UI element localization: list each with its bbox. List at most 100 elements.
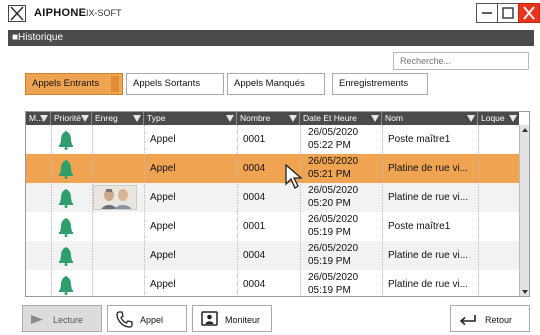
column-divider xyxy=(92,125,93,296)
call-date: 26/05/2020 xyxy=(308,272,359,283)
column-header-loque[interactable]: Loque xyxy=(478,112,519,125)
table-row[interactable]: Appel 0001 26/05/2020 05:22 PM Poste maî… xyxy=(26,125,519,154)
product-name: IX-SOFT xyxy=(86,8,122,18)
tab-label: Appels Entrants xyxy=(32,78,100,89)
people-thumbnail-icon xyxy=(94,186,136,209)
moniteur-button[interactable]: Moniteur xyxy=(192,305,272,332)
call-date: 26/05/2020 xyxy=(308,214,359,225)
call-type: Appel xyxy=(150,134,176,145)
bell-icon xyxy=(59,247,73,266)
call-type: Appel xyxy=(150,192,176,203)
column-label: Enreg xyxy=(95,113,118,123)
scroll-up-icon[interactable] xyxy=(520,125,530,135)
history-table: M... Priorité Enreg Type Nombre Date Et … xyxy=(25,111,530,297)
table-row[interactable]: Appel 0004 26/05/2020 05:21 PM Platine d… xyxy=(26,154,519,183)
column-header-priorite[interactable]: Priorité xyxy=(51,112,92,125)
search-input[interactable] xyxy=(393,52,529,70)
maximize-button[interactable] xyxy=(497,3,519,23)
play-icon xyxy=(31,315,43,324)
bell-icon xyxy=(59,218,73,237)
column-header-type[interactable]: Type xyxy=(144,112,237,125)
column-label: Loque xyxy=(481,113,505,123)
column-divider xyxy=(478,125,479,296)
call-time: 05:19 PM xyxy=(308,227,351,238)
tab-appels-entrants[interactable]: Appels Entrants xyxy=(25,73,123,95)
column-label: Priorité xyxy=(54,113,81,123)
call-date: 26/05/2020 xyxy=(308,185,359,196)
call-number: 0001 xyxy=(243,134,266,145)
column-divider xyxy=(300,125,301,296)
column-divider xyxy=(237,125,238,296)
moniteur-label: Moniteur xyxy=(225,315,261,325)
maximize-icon xyxy=(502,7,514,19)
bell-icon xyxy=(59,160,73,179)
call-number: 0004 xyxy=(243,192,266,203)
tab-label: Appels Manqués xyxy=(234,78,305,89)
column-label: Nombre xyxy=(240,113,271,123)
table-row[interactable]: Appel 0001 26/05/2020 05:19 PM Poste maî… xyxy=(26,212,519,241)
bell-icon xyxy=(59,276,73,295)
call-number: 0004 xyxy=(243,279,266,290)
column-divider xyxy=(382,125,383,296)
call-type: Appel xyxy=(150,279,176,290)
retour-button[interactable]: Retour xyxy=(450,305,530,332)
call-time: 05:20 PM xyxy=(308,198,351,209)
call-number: 0004 xyxy=(243,250,266,261)
call-time: 05:19 PM xyxy=(308,285,351,296)
call-time: 05:19 PM xyxy=(308,256,351,267)
close-icon xyxy=(523,6,535,20)
column-header-nombre[interactable]: Nombre xyxy=(237,112,300,125)
tab-label: Appels Sortants xyxy=(133,78,201,89)
column-divider xyxy=(144,125,145,296)
call-number: 0004 xyxy=(243,163,266,174)
column-label: Date Et Heure xyxy=(303,113,357,123)
table-header: M... Priorité Enreg Type Nombre Date Et … xyxy=(26,112,519,125)
tab-appels-manques[interactable]: Appels Manqués xyxy=(227,73,325,95)
tab-label: Enregistrements xyxy=(339,78,409,89)
ix-logo-icon xyxy=(8,5,26,22)
scroll-down-icon[interactable] xyxy=(520,287,530,297)
caller-name: Poste maître1 xyxy=(388,221,451,232)
call-type: Appel xyxy=(150,221,176,232)
column-header-enreg[interactable]: Enreg xyxy=(92,112,144,125)
vertical-scrollbar[interactable] xyxy=(519,125,530,297)
caller-name: Platine de rue vi... xyxy=(388,192,469,203)
recording-thumbnail[interactable] xyxy=(93,185,137,210)
column-divider xyxy=(51,125,52,296)
section-title: ■Historique xyxy=(8,30,534,46)
title-bar: AIPHONE IX-SOFT xyxy=(0,0,540,26)
mouse-cursor-icon xyxy=(285,164,303,189)
call-type: Appel xyxy=(150,250,176,261)
table-row[interactable]: Appel 0004 26/05/2020 05:19 PM Platine d… xyxy=(26,241,519,270)
return-arrow-icon xyxy=(459,315,476,326)
close-button[interactable] xyxy=(518,3,540,23)
column-header-date[interactable]: Date Et Heure xyxy=(300,112,382,125)
monitor-person-icon xyxy=(201,311,218,326)
brand-name: AIPHONE xyxy=(34,7,87,19)
caller-name: Platine de rue vi... xyxy=(388,250,469,261)
minimize-icon xyxy=(482,12,492,14)
caller-name: Poste maître1 xyxy=(388,134,451,145)
table-row[interactable]: Appel 0004 26/05/2020 05:20 PM Platine d… xyxy=(26,183,519,212)
column-label: Nom xyxy=(385,113,403,123)
minimize-button[interactable] xyxy=(476,3,498,23)
caller-name: Platine de rue vi... xyxy=(388,163,469,174)
table-row[interactable]: Appel 0004 26/05/2020 05:19 PM Platine d… xyxy=(26,270,519,296)
call-date: 26/05/2020 xyxy=(308,127,359,138)
lecture-button[interactable]: Lecture xyxy=(22,305,102,332)
phone-icon xyxy=(116,311,133,328)
column-header-nom[interactable]: Nom xyxy=(382,112,478,125)
call-time: 05:21 PM xyxy=(308,169,351,180)
tab-enregistrements[interactable]: Enregistrements xyxy=(332,73,428,95)
call-date: 26/05/2020 xyxy=(308,156,359,167)
column-header-m[interactable]: M... xyxy=(26,112,51,125)
call-date: 26/05/2020 xyxy=(308,243,359,254)
tab-appels-sortants[interactable]: Appels Sortants xyxy=(126,73,224,95)
lecture-label: Lecture xyxy=(53,315,84,325)
caller-name: Platine de rue vi... xyxy=(388,279,469,290)
bell-icon xyxy=(59,131,73,150)
call-type: Appel xyxy=(150,163,176,174)
appel-button[interactable]: Appel xyxy=(107,305,187,332)
bell-icon xyxy=(59,189,73,208)
column-label: Type xyxy=(147,113,166,123)
